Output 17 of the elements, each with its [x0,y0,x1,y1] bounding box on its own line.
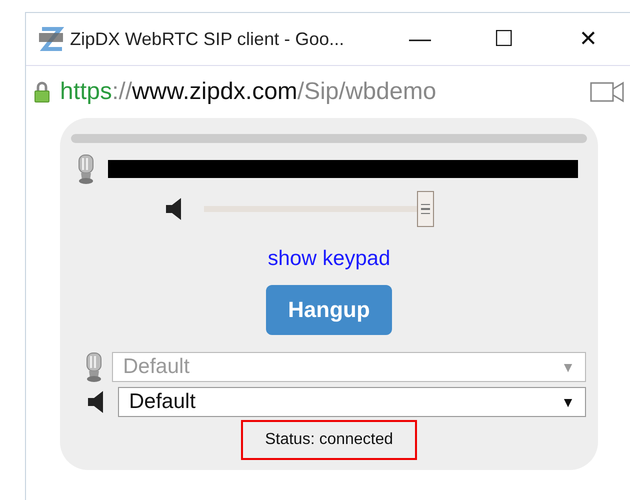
hangup-button[interactable]: Hangup [266,285,392,335]
microphone-icon [76,153,96,185]
url-field[interactable]: https://www.zipdx.com/Sip/wbdemo [60,78,590,106]
camera-icon[interactable] [590,81,624,103]
minimize-button[interactable]: — [378,26,462,52]
close-button[interactable]: ✕ [546,26,630,52]
dropdown-arrow-icon: ▼ [561,394,575,410]
show-keypad-link[interactable]: show keypad [268,247,390,271]
logo-icon [38,27,64,51]
dropdown-arrow-icon: ▼ [561,359,575,375]
volume-slider[interactable] [204,191,434,227]
maximize-button[interactable]: ☐ [462,26,546,52]
status-text: Status: connected [240,420,418,460]
window-title: ZipDX WebRTC SIP client - Goo... [70,28,346,50]
slider-thumb[interactable] [417,191,434,227]
speaker-select[interactable]: Default ▼ [118,387,586,417]
microphone-icon [84,351,104,383]
